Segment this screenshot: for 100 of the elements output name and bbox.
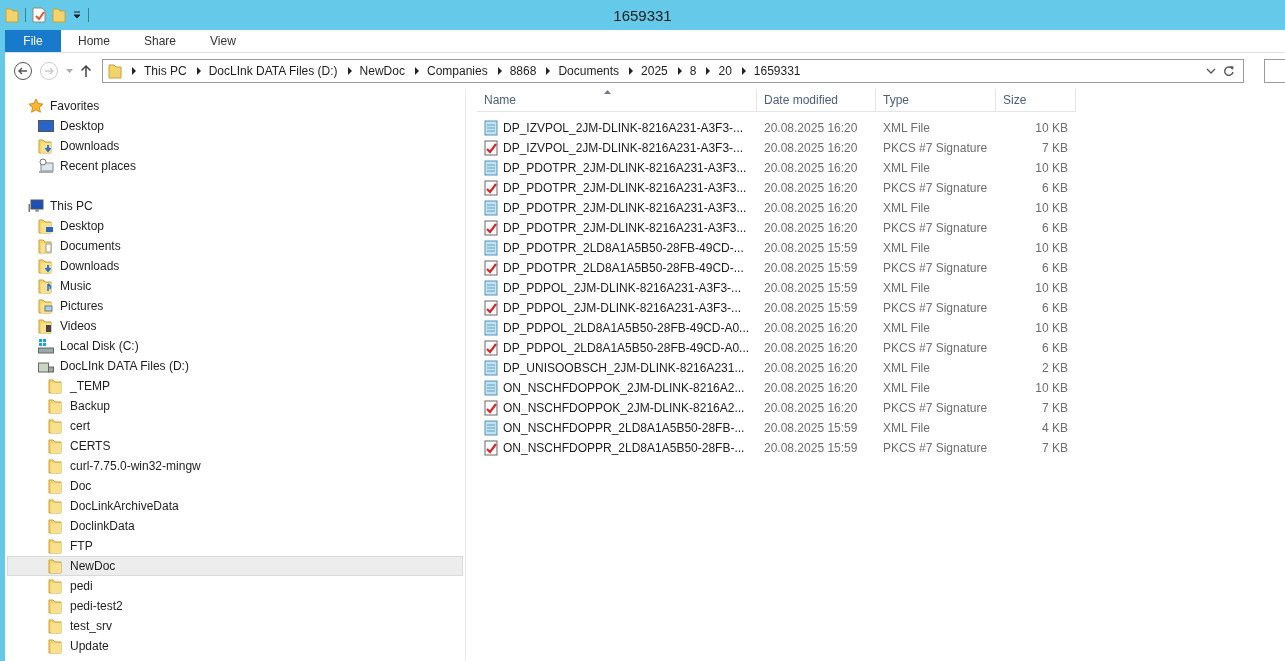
tree-item[interactable]: Backup xyxy=(7,396,463,416)
file-name-cell[interactable]: DP_PDPOL_2LD8A1A5B50-28FB-49CD-A0... xyxy=(477,338,757,358)
tree-item[interactable]: DocLInk DATA Files (D:) xyxy=(7,356,463,376)
tree-item[interactable]: CERTS xyxy=(7,436,463,456)
file-name-cell[interactable]: DP_PDOTPR_2LD8A1A5B50-28FB-49CD-... xyxy=(477,238,757,258)
type-cell-text: PKCS #7 Signature xyxy=(882,180,989,197)
breadcrumb-item[interactable]: NewDoc xyxy=(359,64,405,78)
breadcrumb-item[interactable]: 8868 xyxy=(509,64,537,78)
size-cell-text: 10 KB xyxy=(1034,120,1069,137)
date-cell-text: 20.08.2025 15:59 xyxy=(763,260,859,277)
file-name-cell[interactable]: DP_IZVPOL_2JM-DLINK-8216A231-A3F3-... xyxy=(477,138,757,158)
size-cell-text: 6 KB xyxy=(1041,340,1069,357)
type-cell-text: XML File xyxy=(882,280,931,297)
tree-item[interactable]: Recent places xyxy=(7,156,463,176)
file-name-cell[interactable]: ON_NSCHFDOPPOK_2JM-DLINK-8216A2... xyxy=(477,378,757,398)
file-name-cell[interactable]: DP_PDPOL_2JM-DLINK-8216A231-A3F3-... xyxy=(477,298,757,318)
file-name-cell[interactable]: DP_IZVPOL_2JM-DLINK-8216A231-A3F3-... xyxy=(477,118,757,138)
file-name-cell[interactable]: ON_NSCHFDOPPR_2LD8A1A5B50-28FB-... xyxy=(477,438,757,458)
tree-item[interactable]: Documents xyxy=(7,236,463,256)
tree-item[interactable]: Desktop xyxy=(7,216,463,236)
file-name-cell[interactable]: ON_NSCHFDOPPR_2LD8A1A5B50-28FB-... xyxy=(477,418,757,438)
type-cell-text: XML File xyxy=(882,160,931,177)
ribbon-tab[interactable]: View xyxy=(193,30,253,52)
date-cell-text: 20.08.2025 16:20 xyxy=(763,360,859,377)
tree-item[interactable]: NewDoc xyxy=(7,556,463,576)
tree-item[interactable]: pedi-test2 xyxy=(7,596,463,616)
tree-item[interactable]: DocLinkArchiveData xyxy=(7,496,463,516)
breadcrumb-item[interactable]: Companies xyxy=(426,64,488,78)
file-name-cell[interactable]: DP_UNISOOBSCH_2JM-DLINK-8216A231... xyxy=(477,358,757,378)
breadcrumb-item[interactable]: 2025 xyxy=(641,64,668,78)
ribbon-tab[interactable]: Home xyxy=(61,30,127,52)
tree-item[interactable]: Videos xyxy=(7,316,463,336)
file-name-cell[interactable]: DP_PDOTPR_2JM-DLINK-8216A231-A3F3... xyxy=(477,178,757,198)
type-cell-text: XML File xyxy=(882,380,931,397)
type-cell-text: XML File xyxy=(882,120,931,137)
type-cell-text: PKCS #7 Signature xyxy=(882,440,989,457)
breadcrumb-item[interactable]: 1659331 xyxy=(753,64,801,78)
column-header[interactable]: Type xyxy=(876,89,996,111)
breadcrumb-item[interactable]: 8 xyxy=(689,64,697,78)
breadcrumb-item[interactable]: Documents xyxy=(558,64,620,78)
date-cell-text: 20.08.2025 16:20 xyxy=(763,380,859,397)
size-cell-text: 6 KB xyxy=(1041,220,1069,237)
date-cell-text: 20.08.2025 16:20 xyxy=(763,120,859,137)
tree-item[interactable]: test_srv xyxy=(7,616,463,636)
tree-item[interactable]: Pictures xyxy=(7,296,463,316)
tree-item[interactable]: This PC xyxy=(7,196,463,216)
column-header[interactable]: Size xyxy=(996,89,1076,111)
tree-item[interactable]: Local Disk (C:) xyxy=(7,336,463,356)
file-name-cell[interactable]: DP_PDOTPR_2JM-DLINK-8216A231-A3F3... xyxy=(477,198,757,218)
file-name-cell[interactable]: DP_PDOTPR_2JM-DLINK-8216A231-A3F3... xyxy=(477,158,757,178)
date-cell-text: 20.08.2025 15:59 xyxy=(763,280,859,297)
type-cell-text: PKCS #7 Signature xyxy=(882,400,989,417)
date-cell-text: 20.08.2025 16:20 xyxy=(763,200,859,217)
breadcrumb-item[interactable]: DocLInk DATA Files (D:) xyxy=(208,64,338,78)
ribbon-tab[interactable]: File xyxy=(5,30,61,52)
size-cell-text: 7 KB xyxy=(1041,440,1069,457)
size-cell-text: 10 KB xyxy=(1034,380,1069,397)
type-cell-text: XML File xyxy=(882,360,931,377)
tree-item[interactable]: cert xyxy=(7,416,463,436)
tree-item[interactable]: DoclinkData xyxy=(7,516,463,536)
breadcrumb-item[interactable]: This PC xyxy=(144,64,187,78)
size-cell-text: 10 KB xyxy=(1034,320,1069,337)
type-cell-text: PKCS #7 Signature xyxy=(882,300,989,317)
tree-item[interactable]: _TEMP xyxy=(7,376,463,396)
tree-item[interactable]: Downloads xyxy=(7,136,463,156)
tree-item[interactable]: Update xyxy=(7,636,463,656)
date-cell-text: 20.08.2025 15:59 xyxy=(763,300,859,317)
type-cell-text: XML File xyxy=(882,200,931,217)
file-name-cell[interactable]: DP_PDOTPR_2JM-DLINK-8216A231-A3F3... xyxy=(477,218,757,238)
file-name-cell[interactable]: DP_PDPOL_2LD8A1A5B50-28FB-49CD-A0... xyxy=(477,318,757,338)
tree-item[interactable]: Music xyxy=(7,276,463,296)
date-cell-text: 20.08.2025 15:59 xyxy=(763,420,859,437)
date-cell-text: 20.08.2025 16:20 xyxy=(763,140,859,157)
file-name-cell[interactable]: DP_PDPOL_2JM-DLINK-8216A231-A3F3-... xyxy=(477,278,757,298)
ribbon-tab[interactable]: Share xyxy=(127,30,194,52)
size-cell-text: 10 KB xyxy=(1034,240,1069,257)
tree-item[interactable]: Doc xyxy=(7,476,463,496)
file-name-cell[interactable]: ON_NSCHFDOPPOK_2JM-DLINK-8216A2... xyxy=(477,398,757,418)
size-cell-text: 7 KB xyxy=(1041,400,1069,417)
window-title: 1659331 xyxy=(613,6,672,24)
file-name-cell[interactable]: DP_PDOTPR_2LD8A1A5B50-28FB-49CD-... xyxy=(477,258,757,278)
tree-item[interactable]: Desktop xyxy=(7,116,463,136)
type-cell-text: PKCS #7 Signature xyxy=(882,260,989,277)
date-cell-text: 20.08.2025 15:59 xyxy=(763,440,859,457)
tree-item[interactable]: FTP xyxy=(7,536,463,556)
type-cell-text: XML File xyxy=(882,420,931,437)
tree-item[interactable]: pedi xyxy=(7,576,463,596)
breadcrumb-item[interactable]: 20 xyxy=(718,64,732,78)
size-cell-text: 7 KB xyxy=(1041,140,1069,157)
size-cell-text: 6 KB xyxy=(1041,260,1069,277)
date-cell-text: 20.08.2025 16:20 xyxy=(763,220,859,237)
tree-item[interactable]: Downloads xyxy=(7,256,463,276)
size-cell-text: 4 KB xyxy=(1041,420,1069,437)
tree-item[interactable]: Favorites xyxy=(7,96,463,116)
date-cell-text: 20.08.2025 16:20 xyxy=(763,320,859,337)
date-cell-text: 20.08.2025 15:59 xyxy=(763,240,859,257)
tree-item[interactable]: curl-7.75.0-win32-mingw xyxy=(7,456,463,476)
column-header[interactable]: Date modified xyxy=(757,89,876,111)
type-cell-text: PKCS #7 Signature xyxy=(882,220,989,237)
address-bar[interactable]: This PC DocLInk DATA Files (D:) NewDoc Companies 8868 Documents 2025 8 20 1659331 xyxy=(102,59,1244,83)
